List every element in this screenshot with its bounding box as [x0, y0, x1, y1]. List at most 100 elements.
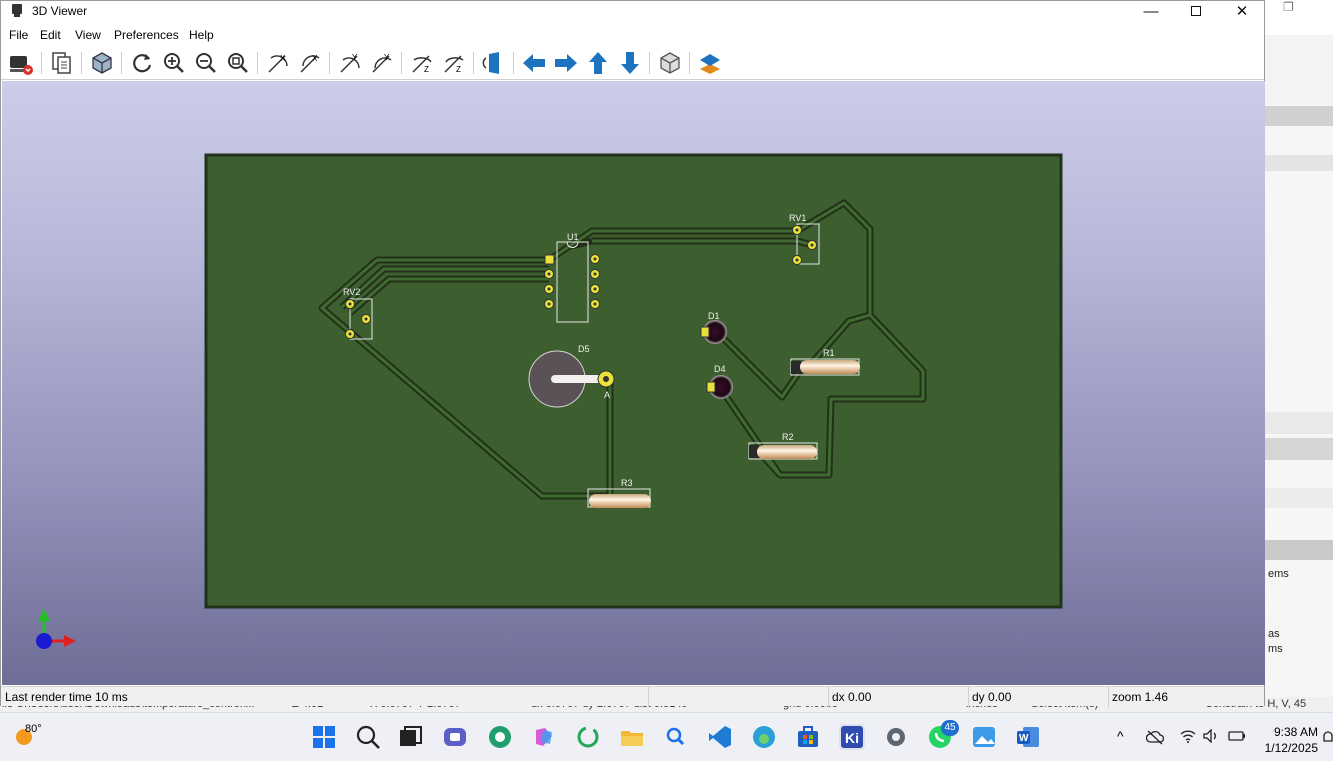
toolbar: X X Y Y Z Z — [1, 45, 1264, 80]
rotate-y-cw-button[interactable]: Y — [337, 50, 363, 76]
ortho-view-button[interactable] — [657, 50, 683, 76]
rotate-z-cw-button[interactable]: Z — [409, 50, 435, 76]
rotate-z-cw-icon: Z — [412, 55, 432, 74]
copilot-icon — [536, 728, 552, 746]
move-down-button[interactable] — [617, 50, 643, 76]
move-left-button[interactable] — [521, 50, 547, 76]
move-up-button[interactable] — [585, 50, 611, 76]
chevron-up-icon[interactable]: ^ — [1117, 728, 1124, 744]
wifi-icon[interactable] — [1180, 729, 1196, 743]
rotate-y-ccw-icon: Y — [372, 53, 392, 73]
battery-icon[interactable] — [1228, 730, 1246, 742]
u1-label: U1 — [567, 232, 579, 242]
background-app-window: ❐ ems as ms — [1265, 0, 1333, 712]
svg-text:Ki: Ki — [845, 730, 859, 746]
move-right-icon — [555, 54, 577, 72]
render-raytrace-button[interactable] — [8, 50, 34, 76]
rotate-y-cw-icon: Y — [340, 53, 360, 73]
cloud-offline-icon[interactable] — [1146, 729, 1164, 745]
maximize-button[interactable] — [1173, 1, 1219, 21]
clock-date: 1/12/2025 — [1264, 741, 1318, 755]
rotate-x-cw-button[interactable]: X — [265, 50, 291, 76]
d4-label: D4 — [714, 364, 726, 374]
viewer-app-icon — [12, 4, 22, 17]
settings-button[interactable] — [883, 724, 909, 750]
photos-button[interactable] — [971, 724, 997, 750]
svg-text:Y: Y — [352, 53, 358, 62]
vscode-button[interactable] — [707, 724, 733, 750]
edge-button[interactable] — [751, 724, 777, 750]
status-bar: Last render time 10 ms dx 0.00 dy 0.00 z… — [1, 686, 1264, 707]
word-button[interactable]: W — [1015, 724, 1041, 750]
pcb-board — [204, 153, 1063, 609]
menu-bar: File Edit View Preferences Help — [1, 25, 1264, 45]
title-bar[interactable]: 3D Viewer — ✕ — [1, 1, 1264, 23]
dy-readout: dy 0.00 — [972, 690, 1012, 704]
minimize-button[interactable]: — — [1128, 1, 1174, 21]
ortho-view-icon — [660, 52, 680, 74]
maximize-icon — [1191, 6, 1201, 16]
flip-board-button[interactable] — [481, 50, 507, 76]
menu-help[interactable]: Help — [189, 28, 214, 42]
sync-app-button[interactable] — [575, 724, 601, 750]
menu-edit[interactable]: Edit — [40, 28, 61, 42]
r2-label: R2 — [782, 432, 794, 442]
green-app-button[interactable] — [487, 724, 513, 750]
dx-readout: dx 0.00 — [832, 690, 872, 704]
settings-icon — [887, 728, 905, 746]
file-explorer-button[interactable] — [619, 724, 645, 750]
search-app-icon — [666, 727, 685, 746]
rotate-x-ccw-icon: X — [300, 54, 320, 73]
search-button[interactable] — [355, 724, 381, 750]
copilot-button[interactable] — [531, 724, 557, 750]
cube-view-button[interactable] — [89, 50, 115, 76]
close-button[interactable]: ✕ — [1219, 1, 1265, 21]
layers-button[interactable] — [697, 50, 723, 76]
search-app-button[interactable] — [663, 724, 689, 750]
task-view-button[interactable] — [397, 724, 423, 750]
kicad-icon: Ki — [841, 726, 863, 748]
rotate-z-ccw-button[interactable]: Z — [441, 50, 467, 76]
bg-app-text: ms — [1268, 643, 1283, 655]
flip-board-icon — [482, 52, 499, 74]
start-button[interactable] — [311, 724, 337, 750]
copy-image-button[interactable] — [49, 50, 75, 76]
layers-icon — [700, 54, 720, 74]
store-button[interactable] — [795, 724, 821, 750]
move-right-button[interactable] — [553, 50, 579, 76]
render-time-text: Last render time 10 ms — [5, 690, 128, 704]
minimize-icon: — — [1143, 2, 1159, 20]
status-divider — [828, 687, 829, 707]
volume-icon[interactable] — [1203, 729, 1219, 743]
zoom-fit-button[interactable] — [225, 50, 251, 76]
reload-button[interactable] — [129, 50, 155, 76]
close-icon: ✕ — [1235, 3, 1249, 20]
axis-gizmo — [36, 609, 76, 649]
whatsapp-badge: 45 — [941, 720, 959, 736]
bg-restore-icon: ❐ — [1283, 0, 1294, 14]
meet-app-button[interactable] — [442, 724, 468, 750]
r1-label: R1 — [823, 348, 835, 358]
menu-preferences[interactable]: Preferences — [114, 28, 179, 42]
notification-bell-icon[interactable] — [1322, 729, 1333, 745]
menu-view[interactable]: View — [75, 28, 101, 42]
word-icon: W — [1017, 727, 1039, 747]
d5-label: D5 — [578, 344, 590, 354]
menu-file[interactable]: File — [9, 28, 28, 42]
rotate-x-ccw-button[interactable]: X — [297, 50, 323, 76]
zoom-in-button[interactable] — [161, 50, 187, 76]
status-divider — [648, 687, 649, 707]
weather-temperature[interactable]: 80° — [25, 723, 42, 735]
bg-app-panel — [1265, 35, 1333, 105]
status-divider — [968, 687, 969, 707]
clock[interactable]: 9:38 AM 1/12/2025 — [1262, 724, 1318, 756]
move-down-icon — [621, 52, 639, 74]
3d-viewport[interactable]: U1 RV1 RV2 D1 D4 D5 A R1 R2 R3 — [2, 81, 1265, 685]
kicad-button[interactable]: Ki — [839, 724, 865, 750]
taskbar: 80° Ki W ^ 9:38 AM 1/12/2025 — [0, 712, 1333, 761]
copy-image-icon — [52, 52, 71, 74]
rotate-y-ccw-button[interactable]: Y — [369, 50, 395, 76]
bg-app-header — [1265, 106, 1333, 126]
zoom-out-button[interactable] — [193, 50, 219, 76]
rv1-label: RV1 — [789, 213, 806, 223]
